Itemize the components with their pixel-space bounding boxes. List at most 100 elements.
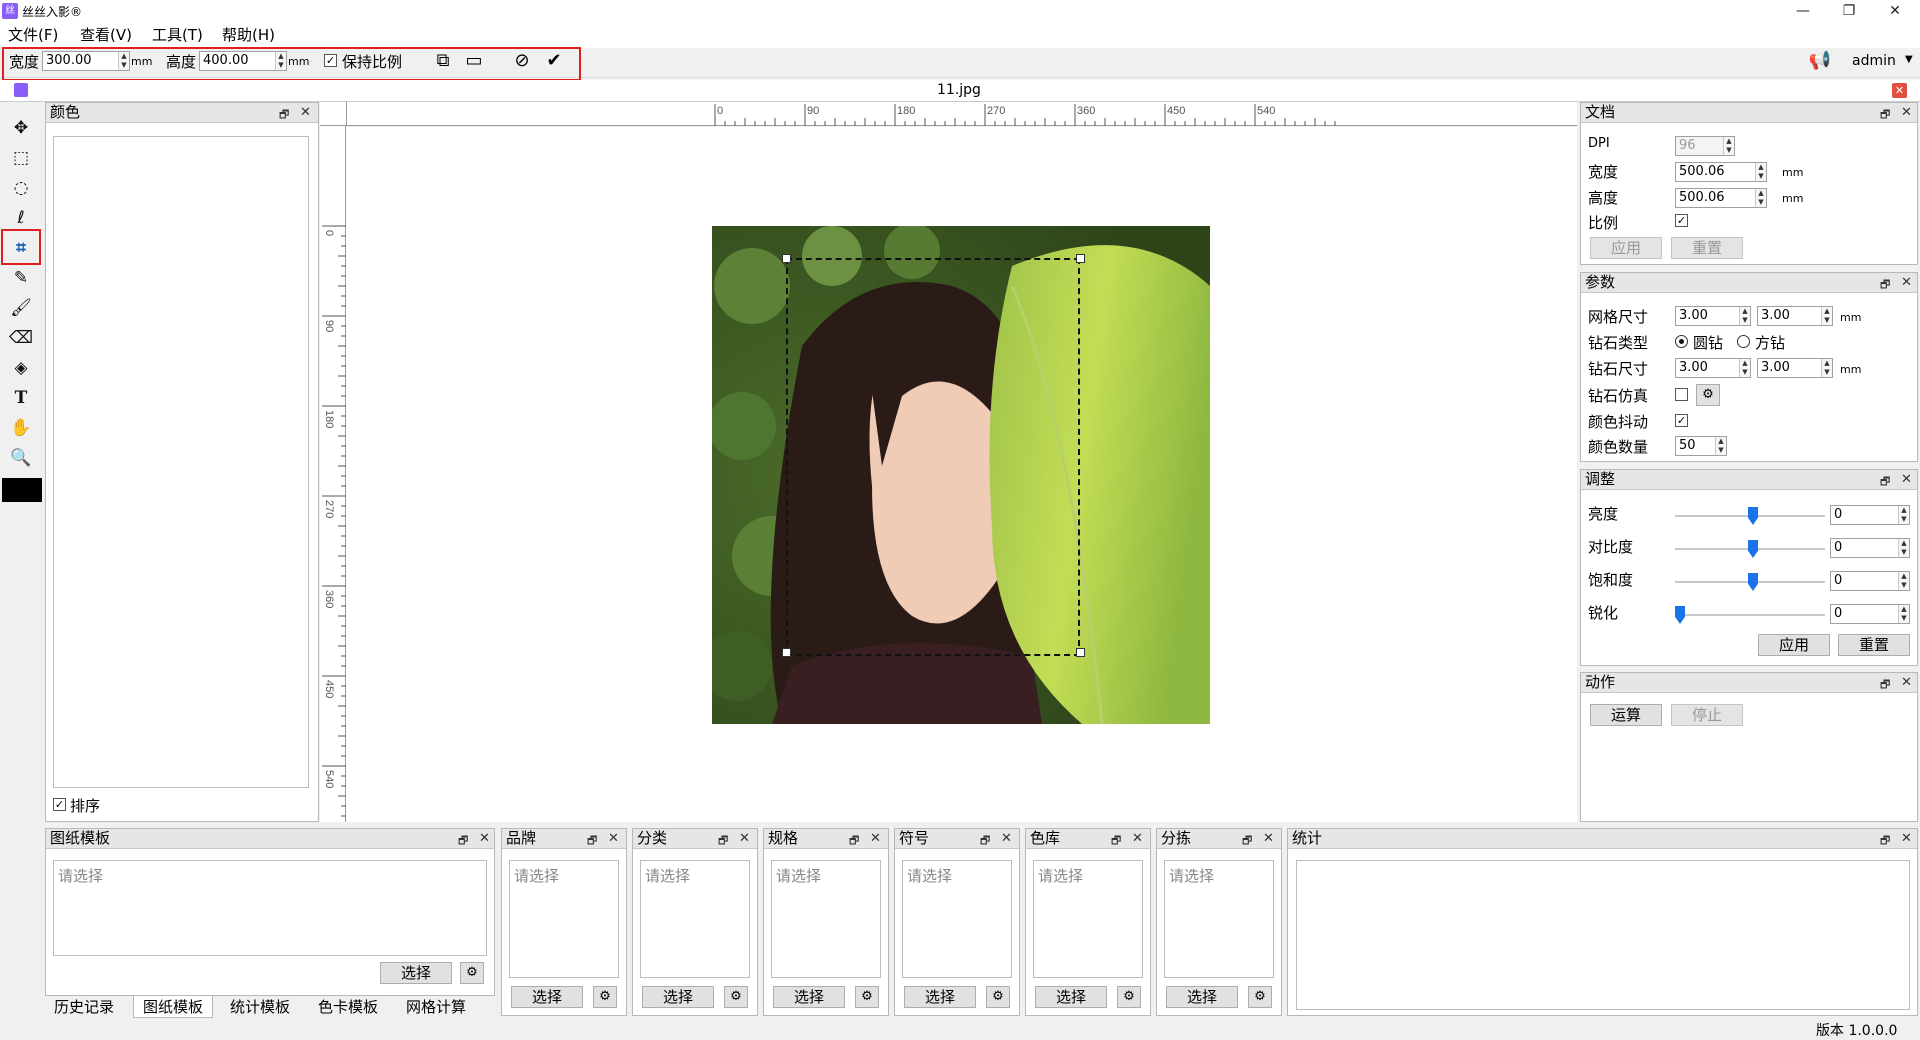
tab-colorcard-template[interactable]: 色卡模板 [309,996,387,1018]
spin-arrows-icon[interactable]: ▲ ▼ [1739,359,1750,377]
tab-history[interactable]: 历史记录 [45,996,124,1018]
doc-width-input[interactable]: 500.06 ▲ ▼ [1675,162,1767,182]
spec-settings-icon[interactable]: ⚙ [855,986,879,1008]
lasso-icon[interactable]: ℓ [6,204,36,232]
round-radio[interactable] [1675,335,1688,348]
crop-handle-bl[interactable] [782,648,791,657]
run-button[interactable]: 运算 [1590,704,1662,726]
close-panel-icon[interactable]: ✕ [608,831,619,846]
symbol-select-button[interactable]: 选择 [904,986,976,1008]
template-list[interactable]: 请选择 [53,860,487,956]
adjust-value-input[interactable]: 0 ▲ ▼ [1830,505,1910,525]
spec-select-button[interactable]: 选择 [773,986,845,1008]
eyedropper-icon[interactable]: ✎ [6,264,36,292]
brand-list[interactable]: 请选择 [509,860,619,978]
spin-arrows-icon[interactable]: ▲ ▼ [1898,506,1909,524]
crop-height-input[interactable]: 400.00 ▲ ▼ [199,51,287,71]
spin-arrows-icon[interactable]: ▲ ▼ [118,52,129,70]
float-icon[interactable]: 🗗 [718,832,728,851]
spin-arrows-icon[interactable]: ▲ ▼ [1755,163,1766,181]
adjust-reset-button[interactable]: 重置 [1838,634,1910,656]
float-icon[interactable]: 🗗 [1242,832,1252,851]
grid-height-input[interactable]: 3.00 ▲ ▼ [1757,306,1833,326]
sorting-select-button[interactable]: 选择 [1166,986,1238,1008]
zoom-icon[interactable]: 🔍 [6,444,36,472]
template-settings-icon[interactable]: ⚙ [460,962,484,984]
grid-width-input[interactable]: 3.00 ▲ ▼ [1675,306,1751,326]
doc-apply-button[interactable]: 应用 [1590,237,1662,259]
spin-arrows-icon[interactable]: ▲ ▼ [1898,572,1909,590]
tab-drawing-template[interactable]: 图纸模板 [133,996,214,1018]
close-panel-icon[interactable]: ✕ [479,831,490,846]
rect-select-icon[interactable]: ⬚ [6,144,36,172]
close-panel-icon[interactable]: ✕ [1901,105,1912,120]
spin-arrows-icon[interactable]: ▲ ▼ [1715,437,1726,455]
settings-gear-icon[interactable]: ⚙ [1696,384,1720,406]
adjust-value-input[interactable]: 0 ▲ ▼ [1830,604,1910,624]
spin-arrows-icon[interactable]: ▲ ▼ [1898,539,1909,557]
category-select-button[interactable]: 选择 [642,986,714,1008]
sorting-settings-icon[interactable]: ⚙ [1248,986,1272,1008]
close-panel-icon[interactable]: ✕ [870,831,881,846]
adjust-value-input[interactable]: 0 ▲ ▼ [1830,538,1910,558]
doc-reset-button[interactable]: 重置 [1671,237,1743,259]
doc-height-input[interactable]: 500.06 ▲ ▼ [1675,188,1767,208]
spec-list[interactable]: 请选择 [771,860,881,978]
close-panel-icon[interactable]: ✕ [1901,675,1912,690]
move-icon[interactable]: ✥ [6,114,36,142]
float-icon[interactable]: 🗗 [980,832,990,851]
color-count-input[interactable]: 50 ▲ ▼ [1675,436,1727,456]
sorting-list[interactable]: 请选择 [1164,860,1274,978]
close-panel-icon[interactable]: ✕ [739,831,750,846]
template-select-button[interactable]: 选择 [380,962,452,984]
brand-select-button[interactable]: 选择 [511,986,583,1008]
color-list[interactable] [53,136,309,788]
color-library-select-button[interactable]: 选择 [1035,986,1107,1008]
float-icon[interactable]: 🗗 [587,832,597,851]
tab-grid-calc[interactable]: 网格计算 [397,996,475,1018]
spin-arrows-icon[interactable]: ▲ ▼ [1739,307,1750,325]
foreground-color-swatch[interactable] [2,478,42,502]
brand-settings-icon[interactable]: ⚙ [593,986,617,1008]
hand-icon[interactable]: ✋ [6,414,36,442]
square-radio[interactable] [1737,335,1750,348]
close-document-icon[interactable]: ✕ [1892,83,1907,98]
menu-tools[interactable]: 工具(T) [152,24,203,45]
menu-view[interactable]: 查看(V) [80,24,132,45]
spin-arrows-icon[interactable]: ▲ ▼ [275,52,286,70]
close-window-button[interactable]: ✕ [1872,0,1918,24]
crop-handle-tl[interactable] [782,254,791,263]
screen-icon[interactable]: ▭ [462,49,486,73]
close-panel-icon[interactable]: ✕ [1901,831,1912,846]
adjust-apply-button[interactable]: 应用 [1758,634,1830,656]
crop-width-input[interactable]: 300.00 ▲ ▼ [42,51,130,71]
crop-handle-br[interactable] [1076,648,1085,657]
brush-icon[interactable]: 🖌 [6,294,36,322]
color-library-list[interactable]: 请选择 [1033,860,1143,978]
text-icon[interactable]: T [6,384,36,412]
float-icon[interactable]: 🗗 [458,832,468,851]
close-panel-icon[interactable]: ✕ [1901,472,1912,487]
float-icon[interactable]: 🗗 [1880,676,1890,695]
menu-help[interactable]: 帮助(H) [222,24,275,45]
document-tab-title[interactable]: 11.jpg [937,82,981,98]
spin-arrows-icon[interactable]: ▲ ▼ [1821,359,1832,377]
confirm-crop-icon[interactable]: ✔ [542,49,566,73]
simulate-checkbox[interactable] [1675,388,1688,401]
tab-stats-template[interactable]: 统计模板 [221,996,299,1018]
float-icon[interactable]: 🗗 [1111,832,1121,851]
crop-handle-tr[interactable] [1076,254,1085,263]
restore-button[interactable]: ❐ [1826,0,1872,24]
float-icon[interactable]: 🗗 [1880,106,1890,125]
announcement-icon[interactable]: 📢 [1808,49,1832,73]
stop-button[interactable]: 停止 [1671,704,1743,726]
minimize-button[interactable]: — [1780,0,1826,24]
float-icon[interactable]: 🗗 [1880,473,1890,492]
adjust-slider-track[interactable] [1675,614,1825,616]
diamond-height-input[interactable]: 3.00 ▲ ▼ [1757,358,1833,378]
ratio-checkbox[interactable]: ✓ [1675,214,1688,227]
crop-selection[interactable] [786,258,1080,656]
symbol-settings-icon[interactable]: ⚙ [986,986,1010,1008]
close-panel-icon[interactable]: ✕ [300,105,311,120]
cancel-crop-icon[interactable]: ⊘ [510,49,534,73]
